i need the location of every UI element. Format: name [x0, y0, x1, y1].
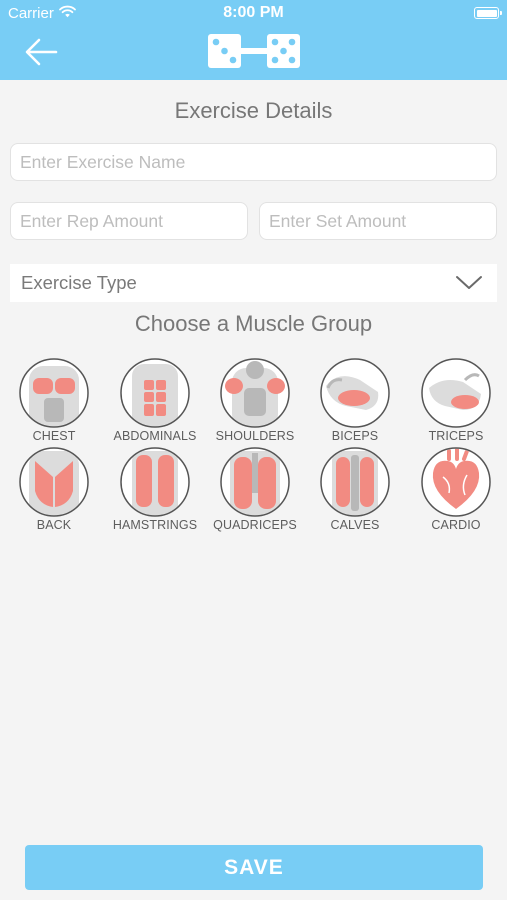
muscle-group-biceps[interactable]: BICEPS — [310, 358, 400, 443]
shoulders-icon — [220, 358, 290, 428]
arrow-left-icon — [25, 38, 58, 66]
muscle-group-label: HAMSTRINGS — [112, 518, 198, 532]
muscle-group-calves[interactable]: CALVES — [310, 447, 400, 532]
triceps-icon — [421, 358, 491, 428]
muscle-group-cardio[interactable]: CARDIO — [411, 447, 501, 532]
muscle-group-label: CARDIO — [431, 518, 481, 532]
chest-icon — [19, 358, 89, 428]
status-bar: Carrier 8:00 PM — [0, 0, 507, 26]
muscle-group-label: TRICEPS — [428, 429, 484, 443]
muscle-group-label: CHEST — [32, 429, 76, 443]
exercise-type-label: Exercise Type — [21, 272, 137, 293]
status-time: 8:00 PM — [223, 4, 284, 21]
muscle-group-label: BICEPS — [331, 429, 379, 443]
muscle-group-hamstrings[interactable]: HAMSTRINGS — [110, 447, 200, 532]
set-amount-input[interactable] — [259, 202, 497, 240]
muscle-group-abdominals[interactable]: ABDOMINALS — [110, 358, 200, 443]
back-icon — [19, 447, 89, 517]
muscle-group-chest[interactable]: CHEST — [9, 358, 99, 443]
page-title: Exercise Details — [174, 98, 333, 123]
muscle-group-quadriceps[interactable]: QUADRICEPS — [210, 447, 300, 532]
back-button[interactable] — [22, 34, 62, 70]
battery-icon — [474, 7, 502, 19]
muscle-group-label: SHOULDERS — [215, 429, 295, 443]
muscle-group-label: ABDOMINALS — [113, 429, 197, 443]
biceps-icon — [320, 358, 390, 428]
rep-amount-input[interactable] — [10, 202, 248, 240]
muscle-group-label: BACK — [36, 518, 72, 532]
muscle-group-triceps[interactable]: TRICEPS — [411, 358, 501, 443]
muscle-group-shoulders[interactable]: SHOULDERS — [210, 358, 300, 443]
heart-icon — [421, 447, 491, 517]
muscle-group-title: Choose a Muscle Group — [134, 311, 373, 336]
calves-icon — [320, 447, 390, 517]
exercise-name-input[interactable] — [10, 143, 497, 181]
save-button[interactable]: SAVE — [25, 845, 483, 890]
dumbbell-dice-logo — [208, 34, 300, 68]
abdominals-icon — [120, 358, 190, 428]
chevron-down-icon — [456, 276, 482, 289]
hamstrings-icon — [120, 447, 190, 517]
nav-bar — [0, 26, 507, 80]
muscle-group-back[interactable]: BACK — [9, 447, 99, 532]
quadriceps-icon — [220, 447, 290, 517]
exercise-type-select[interactable]: Exercise Type — [10, 264, 497, 302]
muscle-group-label: CALVES — [330, 518, 380, 532]
muscle-group-label: QUADRICEPS — [213, 518, 297, 532]
